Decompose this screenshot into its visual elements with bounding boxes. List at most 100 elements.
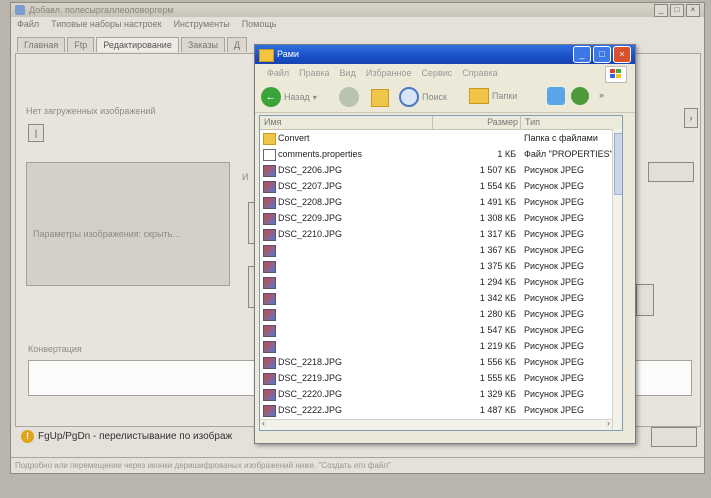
menu-service[interactable]: Сервис [421,65,452,81]
not-loaded-label: Нет загруженных изображений [26,106,156,116]
file-type: Рисунок JPEG [524,357,584,367]
file-row[interactable]: comments.properties 1 КБ Файл "PROPERTIES" [260,146,613,162]
minimize-icon[interactable]: _ [654,4,668,17]
file-row[interactable]: Convert Папка с файлами [260,130,612,146]
menu-view[interactable]: Вид [340,65,356,81]
file-list-header: Имя Размер Тип [260,116,622,130]
file-name: DSC_2207.JPG [278,181,343,191]
main-title-bar[interactable]: Добавл. полесыргаллеоловоргерм _ □ × [11,3,704,17]
refresh-icon[interactable] [571,87,589,105]
file-type: Рисунок JPEG [524,405,584,415]
up-folder-icon[interactable] [371,89,389,107]
arrow-icon: | [34,128,38,138]
file-size: 1 375 КБ [479,261,516,271]
tab-orders[interactable]: Заказы [180,37,225,52]
image-icon [263,229,276,241]
menu-help[interactable]: Помощь [242,19,277,33]
menu-file[interactable]: Файл [17,19,39,33]
side-button-3[interactable] [636,284,654,316]
action-button[interactable] [648,162,694,182]
menu-favorites[interactable]: Избранное [366,65,412,81]
scroll-right-icon[interactable]: › [607,418,610,428]
menu-tools[interactable]: Инструменты [174,19,230,33]
file-row[interactable]: DSC_2218.JPG 1 556 КБ Рисунок JPEG [260,354,612,370]
close-button[interactable] [651,427,697,447]
file-type: Рисунок JPEG [524,165,584,175]
status-bar: Подробно или перемещение через иконки де… [11,457,704,473]
folders-button[interactable]: Папки [469,88,517,104]
nav-left-button[interactable]: | [28,124,44,142]
tab-ftp[interactable]: Ftp [67,37,95,52]
image-icon [263,245,276,257]
explorer-title-bar[interactable]: Рами _ □ × [255,45,635,64]
file-name: DSC_2220.JPG [278,389,343,399]
menu-file[interactable]: Файл [267,65,289,81]
search-icon [399,87,419,107]
file-row[interactable]: 1 342 КБ Рисунок JPEG [260,290,612,306]
file-row[interactable]: DSC_2207.JPG 1 554 КБ Рисунок JPEG [260,178,612,194]
folder-icon [259,49,274,62]
status-text: Подробно или перемещение через иконки де… [15,461,391,470]
menu-presets[interactable]: Типовые наборы настроек [51,19,161,33]
file-row[interactable]: DSC_2219.JPG 1 555 КБ Рисунок JPEG [260,370,612,386]
main-menu-bar: Файл Типовые наборы настроек Инструменты… [11,19,276,33]
explorer-window: Рами _ □ × Файл Правка Вид Избранное Сер… [254,44,636,444]
tab-editing[interactable]: Редактирование [96,37,179,52]
scroll-thumb[interactable] [614,133,622,195]
file-row[interactable]: 1 280 КБ Рисунок JPEG [260,306,612,322]
file-type: Рисунок JPEG [524,181,584,191]
more-icon[interactable]: » [599,90,604,100]
hint-text: FgUp/PgDn - перелистывание по изображ [38,431,233,442]
search-button[interactable]: Поиск [399,87,447,107]
back-dropdown-icon[interactable]: ▾ [313,93,317,102]
explorer-menu-bar: Файл Правка Вид Избранное Сервис Справка [255,65,647,81]
explorer-title: Рами [277,49,299,59]
app-icon [15,5,25,15]
column-name[interactable]: Имя [260,116,433,129]
column-type[interactable]: Тип [522,116,613,129]
file-name: DSC_2219.JPG [278,373,343,383]
file-type: Рисунок JPEG [524,261,584,271]
menu-edit[interactable]: Правка [299,65,329,81]
close-icon[interactable]: × [686,4,700,17]
file-row[interactable]: 1 367 КБ Рисунок JPEG [260,242,612,258]
maximize-icon[interactable]: □ [593,46,611,63]
scroll-left-icon[interactable]: ‹ [262,418,265,428]
views-icon[interactable] [547,87,565,105]
file-row[interactable]: 1 375 КБ Рисунок JPEG [260,258,612,274]
nav-right-button[interactable]: › [684,108,698,128]
back-arrow-icon: ← [261,87,281,107]
file-row[interactable]: DSC_2210.JPG 1 317 КБ Рисунок JPEG [260,226,612,242]
file-type: Рисунок JPEG [524,197,584,207]
file-row[interactable]: 1 294 КБ Рисунок JPEG [260,274,612,290]
file-row[interactable]: DSC_2222.JPG 1 487 КБ Рисунок JPEG [260,402,612,418]
image-icon [263,213,276,225]
file-list: Имя Размер Тип Convert Папка с файлами com… [259,115,623,431]
file-name: DSC_2206.JPG [278,165,343,175]
minimize-icon[interactable]: _ [573,46,591,63]
conversion-label: Конвертация [28,344,82,354]
file-row[interactable]: 1 547 КБ Рисунок JPEG [260,322,612,338]
image-icon [263,261,276,273]
vertical-scrollbar[interactable] [612,129,622,430]
menu-help[interactable]: Справка [462,65,497,81]
maximize-icon[interactable]: □ [670,4,684,17]
tab-main[interactable]: Главная [17,37,66,52]
file-row[interactable]: DSC_2220.JPG 1 329 КБ Рисунок JPEG [260,386,612,402]
forward-arrow-icon[interactable] [339,87,359,107]
file-row[interactable]: DSC_2206.JPG 1 507 КБ Рисунок JPEG [260,162,612,178]
file-size: 1 554 КБ [479,181,516,191]
file-size: 1 342 КБ [479,293,516,303]
file-size: 1 367 КБ [479,245,516,255]
file-row[interactable]: DSC_2208.JPG 1 491 КБ Рисунок JPEG [260,194,612,210]
search-label: Поиск [422,92,447,102]
file-size: 1 507 КБ [479,165,516,175]
close-icon[interactable]: × [613,46,631,63]
explorer-toolbar: ← Назад ▾ Поиск Папки » [255,82,635,113]
column-size[interactable]: Размер [432,116,521,129]
horizontal-scrollbar[interactable]: ‹ › [260,418,612,430]
back-button[interactable]: ← Назад ▾ [261,87,317,107]
file-row[interactable]: 1 219 КБ Рисунок JPEG [260,338,612,354]
tab-more[interactable]: Д [226,37,248,52]
file-row[interactable]: DSC_2209.JPG 1 308 КБ Рисунок JPEG [260,210,612,226]
